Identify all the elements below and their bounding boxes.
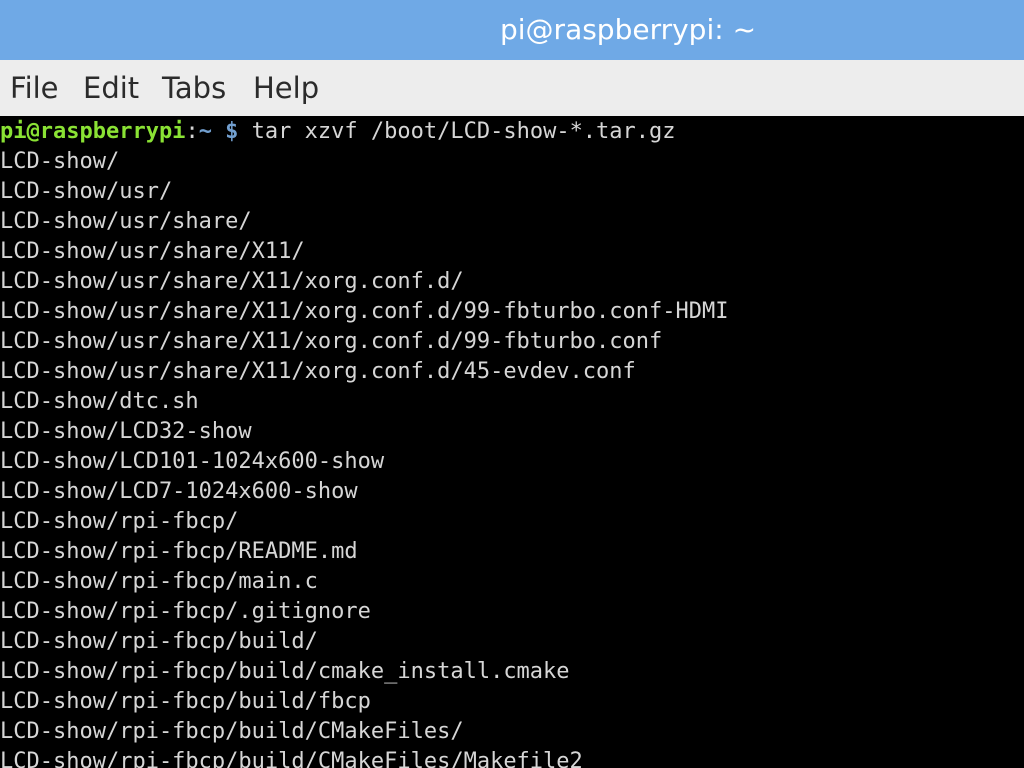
- output-line: LCD-show/rpi-fbcp/: [0, 509, 239, 534]
- title-bar[interactable]: pi@raspberrypi: ~: [0, 0, 1024, 60]
- output-line: LCD-show/rpi-fbcp/README.md: [0, 539, 358, 564]
- prompt-separator: :: [185, 119, 199, 144]
- command-text: tar xzvf /boot/LCD-show-*.tar.gz: [238, 119, 676, 144]
- output-line: LCD-show/usr/share/X11/xorg.conf.d/99-fb…: [0, 329, 663, 354]
- menu-tabs[interactable]: Tabs: [162, 71, 226, 105]
- output-line: LCD-show/usr/share/X11/xorg.conf.d/45-ev…: [0, 359, 636, 384]
- output-line: LCD-show/usr/share/: [0, 209, 252, 234]
- terminal-output-area[interactable]: pi@raspberrypi:~ $ tar xzvf /boot/LCD-sh…: [0, 116, 1024, 768]
- output-line: LCD-show/rpi-fbcp/build/CMakeFiles/Makef…: [0, 749, 583, 768]
- prompt-path: ~: [198, 119, 212, 144]
- output-line: LCD-show/usr/share/X11/xorg.conf.d/: [0, 269, 464, 294]
- menu-bar: File Edit Tabs Help: [0, 60, 1024, 116]
- output-line: LCD-show/rpi-fbcp/build/cmake_install.cm…: [0, 659, 570, 684]
- output-line: LCD-show/rpi-fbcp/.gitignore: [0, 599, 371, 624]
- output-line: LCD-show/rpi-fbcp/build/: [0, 629, 318, 654]
- output-line: LCD-show/usr/share/X11/: [0, 239, 305, 264]
- output-line: LCD-show/LCD101-1024x600-show: [0, 449, 385, 474]
- prompt-user-host: pi@raspberrypi: [0, 119, 186, 144]
- prompt-sign: $: [211, 119, 239, 144]
- output-line: LCD-show/rpi-fbcp/build/CMakeFiles/: [0, 719, 464, 744]
- output-line: LCD-show/rpi-fbcp/build/fbcp: [0, 689, 371, 714]
- terminal-window: pi@raspberrypi: ~ File Edit Tabs Help pi…: [0, 0, 1024, 768]
- output-line: LCD-show/usr/: [0, 179, 173, 204]
- output-line: LCD-show/usr/share/X11/xorg.conf.d/99-fb…: [0, 299, 729, 324]
- window-title: pi@raspberrypi: ~: [500, 13, 757, 46]
- output-line: LCD-show/: [0, 149, 120, 174]
- menu-edit[interactable]: Edit: [83, 71, 139, 105]
- menu-file[interactable]: File: [10, 71, 59, 105]
- output-line: LCD-show/rpi-fbcp/main.c: [0, 569, 318, 594]
- output-line: LCD-show/LCD32-show: [0, 419, 252, 444]
- output-line: LCD-show/LCD7-1024x600-show: [0, 479, 358, 504]
- command-line: pi@raspberrypi:~ $ tar xzvf /boot/LCD-sh…: [0, 117, 676, 147]
- output-line: LCD-show/dtc.sh: [0, 389, 199, 414]
- menu-help[interactable]: Help: [253, 71, 319, 105]
